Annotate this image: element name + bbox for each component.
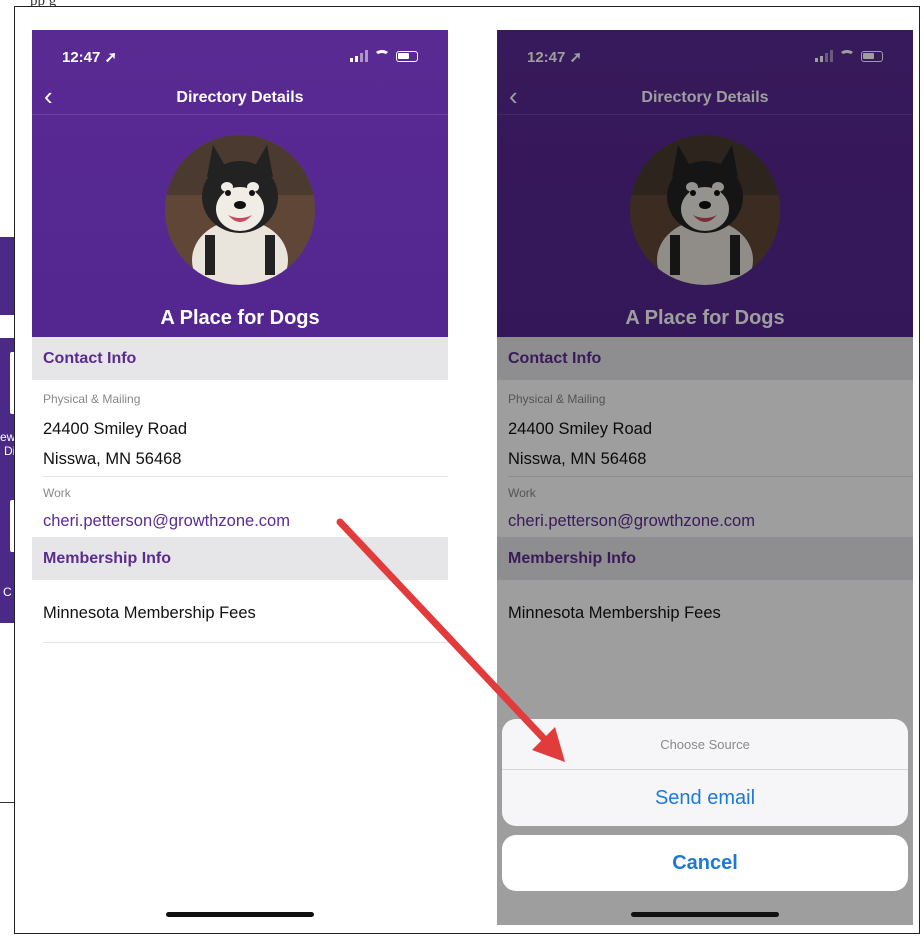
wifi-icon <box>374 50 390 62</box>
address-line-1[interactable]: 24400 Smiley Road <box>43 420 187 439</box>
home-indicator <box>166 912 314 917</box>
send-email-button[interactable]: Send email <box>502 770 908 826</box>
phone-screen-action-sheet: 12:47 ➚ ‹ Directory Details A Place for … <box>497 30 913 925</box>
divider <box>43 642 448 643</box>
status-icons <box>350 50 418 62</box>
status-time: 12:47 ➚ <box>62 49 118 66</box>
membership-item[interactable]: Minnesota Membership Fees <box>43 604 256 623</box>
contact-info-header: Contact Info <box>32 337 448 380</box>
phone-screen-directory-details: 12:47 ➚ ‹ Directory Details A Place for … <box>32 30 448 925</box>
membership-info-header: Membership Info <box>32 537 448 580</box>
action-sheet-title: Choose Source <box>502 719 908 770</box>
action-sheet: Choose Source Send email <box>502 719 908 826</box>
address-line-2[interactable]: Nisswa, MN 56468 <box>43 450 181 469</box>
email-label: Work <box>43 486 71 500</box>
location-arrow-icon: ➚ <box>104 49 118 66</box>
signal-icon <box>350 50 368 62</box>
address-label: Physical & Mailing <box>43 392 141 406</box>
avatar <box>165 135 315 285</box>
background-text: C <box>3 585 12 599</box>
cancel-button[interactable]: Cancel <box>502 835 908 891</box>
nav-bar: ‹ Directory Details <box>32 83 448 115</box>
divider <box>43 476 448 477</box>
email-link[interactable]: cheri.petterson@growthzone.com <box>43 512 290 531</box>
home-indicator <box>631 912 779 917</box>
nav-title: Directory Details <box>176 89 304 106</box>
page: pp g ew Di C 12:47 ➚ ‹ Directory Details <box>0 0 924 936</box>
profile-header: 12:47 ➚ ‹ Directory Details A Place for … <box>32 30 448 337</box>
battery-icon <box>396 50 418 62</box>
org-name: A Place for Dogs <box>160 307 320 329</box>
status-bar: 12:47 ➚ <box>62 48 418 68</box>
